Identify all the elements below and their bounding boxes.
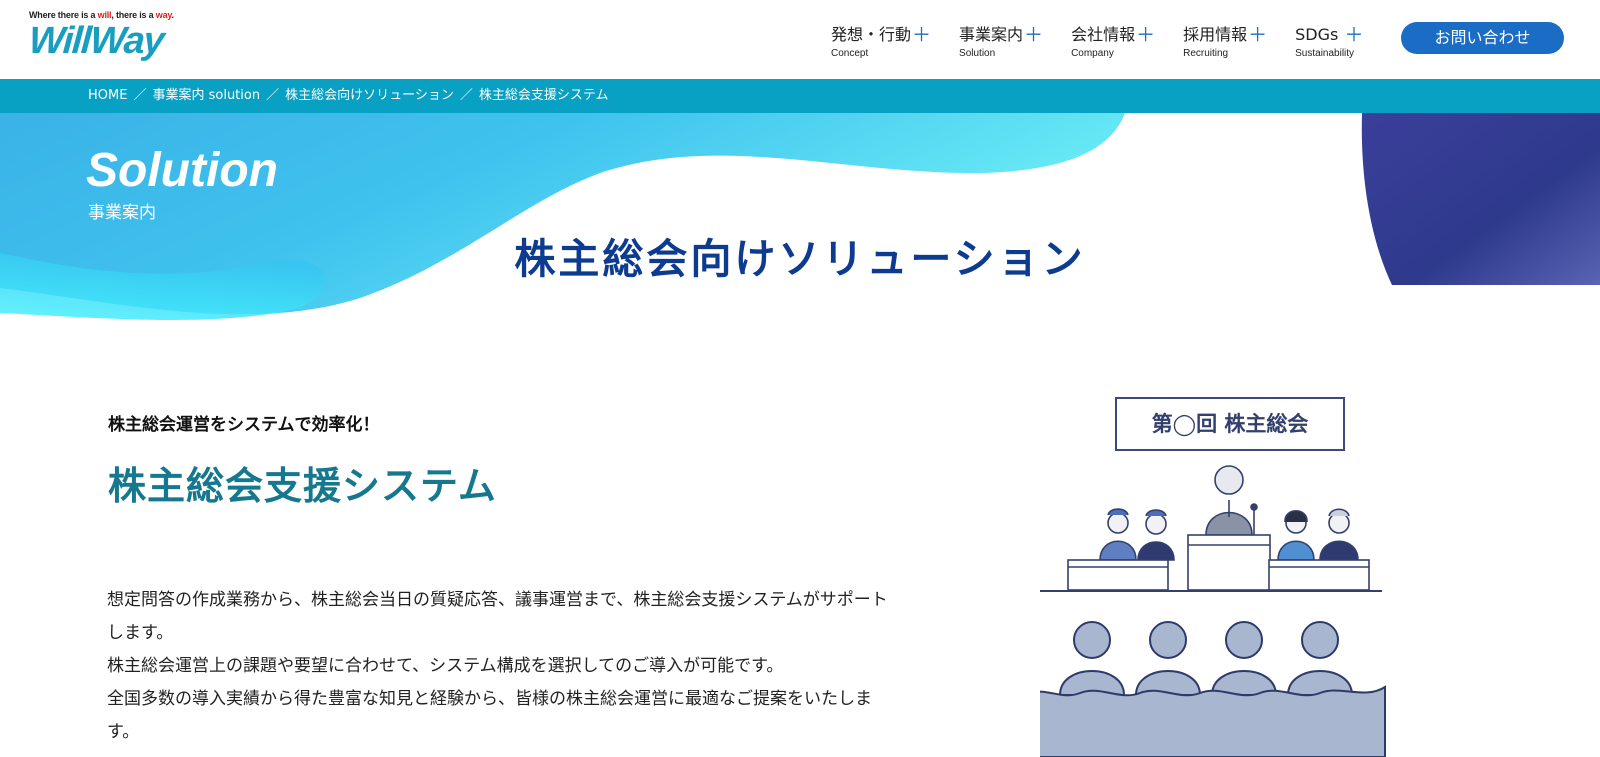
logo-tagline: Where there is a will, there is a way. bbox=[29, 10, 174, 20]
hero-banner: Solution 事業案内 株主総会向けソリューション bbox=[0, 113, 1600, 325]
plus-icon: ＋ bbox=[912, 24, 932, 46]
breadcrumb-shareholder-solution[interactable]: 株主総会向けソリューション bbox=[285, 88, 454, 103]
breadcrumb-solution[interactable]: 事業案内 solution bbox=[152, 88, 260, 103]
section-name-jp: 事業案内 bbox=[88, 203, 156, 223]
logo-wordmark: WillWay bbox=[27, 20, 165, 62]
plus-icon: ＋ bbox=[1024, 24, 1044, 46]
breadcrumb-home[interactable]: HOME bbox=[88, 88, 127, 103]
plus-icon: ＋ bbox=[1344, 24, 1364, 46]
description-paragraph: 想定問答の作成業務から、株主総会当日の質疑応答、議事運営まで、株主総会支援システ… bbox=[107, 590, 888, 643]
description-paragraph: 株主総会運営上の課題や要望に合わせて、システム構成を選択してのご導入が可能です。 bbox=[107, 656, 784, 676]
nav-item-concept[interactable]: 発想・行動＋ Concept bbox=[831, 20, 931, 59]
meeting-sign: 第◯回 株主総会 bbox=[1115, 397, 1345, 451]
site-logo[interactable]: Where there is a will, there is a way. W… bbox=[27, 10, 175, 62]
nav-item-recruiting[interactable]: 採用情報＋ Recruiting bbox=[1183, 20, 1267, 59]
site-header: Where there is a will, there is a way. W… bbox=[0, 0, 1600, 79]
main-nav: 発想・行動＋ Concept 事業案内＋ Solution 会社情報＋ Comp… bbox=[831, 20, 1391, 59]
plus-icon: ＋ bbox=[1248, 24, 1268, 46]
shareholder-meeting-illustration: 第◯回 株主総会 bbox=[1040, 395, 1420, 757]
nav-item-company[interactable]: 会社情報＋ Company bbox=[1071, 20, 1155, 59]
section-heading: 株主総会支援システム bbox=[108, 464, 497, 508]
breadcrumb-current: 株主総会支援システム bbox=[478, 88, 609, 103]
section-eyebrow: 株主総会運営をシステムで効率化！ bbox=[108, 415, 380, 435]
breadcrumb-bar: HOME ／事業案内 solution ／株主総会向けソリューション／株主総会支援シ… bbox=[0, 79, 1600, 113]
breadcrumb: HOME ／事業案内 solution ／株主総会向けソリューション／株主総会支援シ… bbox=[88, 88, 609, 103]
description: 想定問答の作成業務から、株主総会当日の質疑応答、議事運営まで、株主総会支援システ… bbox=[107, 584, 897, 749]
nav-item-solution[interactable]: 事業案内＋ Solution bbox=[959, 20, 1043, 59]
contact-button[interactable]: お問い合わせ bbox=[1401, 22, 1564, 54]
plus-icon: ＋ bbox=[1136, 24, 1156, 46]
section-name-en: Solution bbox=[86, 144, 278, 197]
description-paragraph: 全国多数の導入実績から得た豊富な知見と経験から、皆様の株主総会運営に最適なご提案… bbox=[107, 689, 872, 742]
page-title: 株主総会向けソリューション bbox=[514, 235, 1086, 283]
nav-item-sdgs[interactable]: SDGs ＋ Sustainability bbox=[1295, 20, 1363, 59]
